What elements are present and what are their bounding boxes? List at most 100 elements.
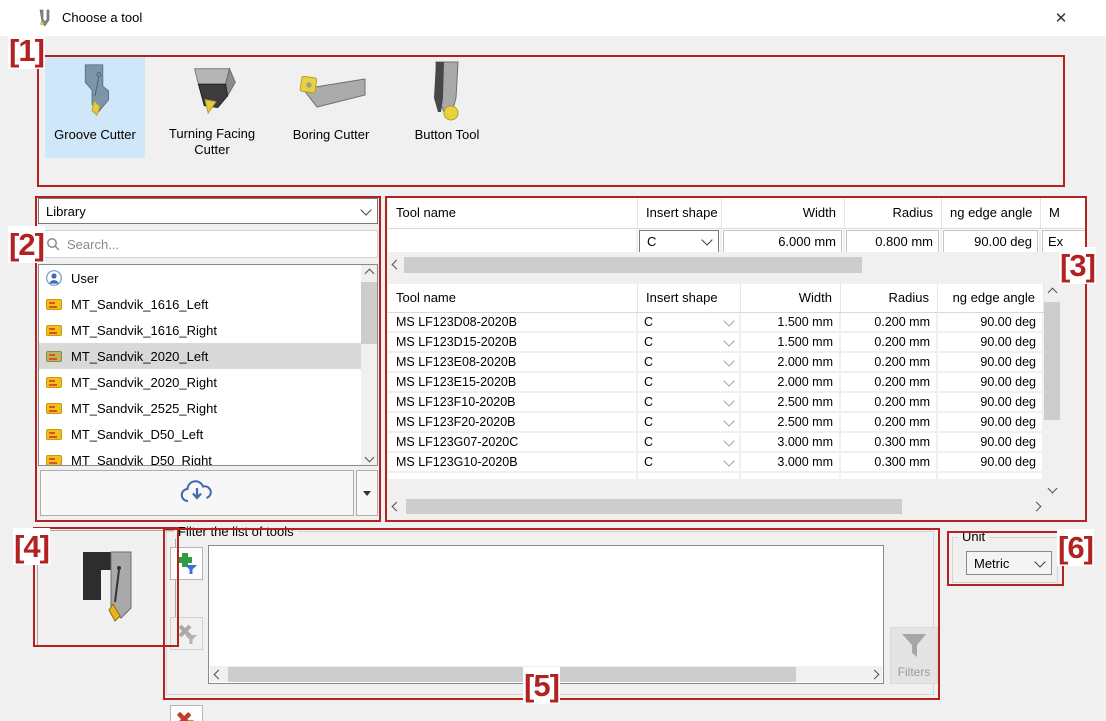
tool-type-boring-cutter[interactable]: Boring Cutter <box>272 57 390 158</box>
insert-shape-combobox[interactable]: C <box>638 393 741 413</box>
table-row[interactable]: MS LF123F20-2020B C 2.500 mm 0.200 mm 90… <box>388 413 1044 433</box>
list-item-user[interactable]: User <box>39 265 377 291</box>
tool-preview-image <box>71 542 143 634</box>
list-item-label: MT_Sandvik_2020_Left <box>71 349 208 364</box>
edge-angle-cell: 90.00 deg <box>938 333 1044 353</box>
table-row[interactable]: MS LF123D15-2020B C 1.500 mm 0.200 mm 90… <box>388 333 1044 353</box>
library-file-icon <box>46 429 62 440</box>
scroll-right-icon[interactable] <box>1071 256 1087 272</box>
edge-angle-field[interactable]: 90.00 deg <box>943 230 1038 253</box>
clear-filters-button[interactable] <box>170 705 203 721</box>
mount-field[interactable]: Ex <box>1042 230 1087 253</box>
scrollbar-thumb[interactable] <box>1044 302 1060 420</box>
list-item[interactable]: MT_Sandvik_D50_Right <box>39 447 377 466</box>
list-item[interactable]: MT_Sandvik_1616_Right <box>39 317 377 343</box>
table-row[interactable]: MS LF123E15-2020B C 2.000 mm 0.200 mm 90… <box>388 373 1044 393</box>
column-header-width[interactable]: Width <box>741 284 841 312</box>
tool-type-groove-cutter[interactable]: Groove Cutter <box>45 57 145 158</box>
scroll-up-icon[interactable] <box>1044 284 1060 300</box>
download-library-button[interactable] <box>40 470 354 516</box>
library-list-scrollbar[interactable] <box>361 265 377 465</box>
column-header-edge-angle[interactable]: ng edge angle <box>942 198 1041 228</box>
search-icon <box>46 237 60 251</box>
list-item[interactable]: MT_Sandvik_D50_Left <box>39 421 377 447</box>
list-item-label: MT_Sandvik_D50_Left <box>71 427 203 442</box>
tool-name-cell: MS LF123F20-2020B <box>388 413 638 433</box>
table-row[interactable]: MS LF123D08-2020B C 1.500 mm 0.200 mm 90… <box>388 313 1044 333</box>
radius-cell: 0.200 mm <box>841 333 938 353</box>
scrollbar-thumb[interactable] <box>404 257 862 273</box>
insert-shape-combobox[interactable]: C <box>638 413 741 433</box>
insert-shape-combobox[interactable]: C <box>638 373 741 393</box>
search-input[interactable]: Search... <box>38 230 378 258</box>
tool-type-turning-facing-cutter[interactable]: Turning Facing Cutter <box>152 57 272 158</box>
width-cell: 1.500 mm <box>741 333 841 353</box>
scroll-right-icon[interactable] <box>1028 498 1044 514</box>
filter-list[interactable] <box>208 545 884 684</box>
scrollbar-thumb[interactable] <box>406 499 902 514</box>
column-header-width[interactable]: Width <box>722 198 845 228</box>
list-item[interactable]: MT_Sandvik_1616_Left <box>39 291 377 317</box>
scroll-down-icon[interactable] <box>1044 480 1060 496</box>
current-tool-name-cell[interactable] <box>388 229 638 254</box>
remove-filter-button[interactable] <box>170 617 203 650</box>
download-options-button[interactable] <box>356 470 378 516</box>
boring-cutter-icon <box>293 57 369 127</box>
width-cell: 2.000 mm <box>741 353 841 373</box>
tool-list-vscrollbar[interactable] <box>1044 284 1060 496</box>
table-row[interactable]: MS LF123G10-2020B C 3.000 mm 0.300 mm 90… <box>388 453 1044 473</box>
scrollbar-thumb[interactable] <box>361 282 377 344</box>
insert-shape-combobox[interactable]: C <box>638 353 741 373</box>
column-header-radius[interactable]: Radius <box>841 284 938 312</box>
list-item-label: MT_Sandvik_2525_Right <box>71 401 217 416</box>
library-select[interactable]: Library <box>38 198 378 224</box>
column-header-radius[interactable]: Radius <box>845 198 942 228</box>
insert-shape-combobox[interactable]: C <box>638 433 741 453</box>
scrollbar-thumb[interactable] <box>228 667 796 682</box>
column-header-tool-name[interactable]: Tool name <box>388 284 638 312</box>
width-field[interactable]: 6.000 mm <box>723 230 842 253</box>
column-header-insert-shape[interactable]: Insert shape <box>638 198 722 228</box>
edge-angle-cell: 90.00 deg <box>938 413 1044 433</box>
table-row[interactable]: MS LF123G07-2020C C 3.000 mm 0.300 mm 90… <box>388 433 1044 453</box>
column-header-edge-angle[interactable]: ng edge angle <box>938 284 1044 312</box>
column-header-tool-name[interactable]: Tool name <box>388 198 638 228</box>
close-icon[interactable]: ✕ <box>1044 4 1078 32</box>
table-row[interactable]: MS LF123F10-2020B C 2.500 mm 0.200 mm 90… <box>388 393 1044 413</box>
current-tool-hscrollbar[interactable] <box>388 256 1087 273</box>
list-item[interactable]: MT_Sandvik_2020_Right <box>39 369 377 395</box>
scroll-up-icon[interactable] <box>361 265 377 281</box>
scroll-right-icon[interactable] <box>866 666 882 682</box>
table-row[interactable]: MS LF123E08-2020B C 2.000 mm 0.200 mm 90… <box>388 353 1044 373</box>
column-header-insert-shape[interactable]: Insert shape <box>638 284 741 312</box>
insert-shape-combobox[interactable]: C <box>638 313 741 333</box>
scroll-left-icon[interactable] <box>388 257 404 273</box>
filters-button[interactable]: Filters <box>890 627 938 684</box>
scroll-down-icon[interactable] <box>361 449 377 465</box>
chevron-down-icon <box>723 315 734 326</box>
scroll-left-icon[interactable] <box>210 666 226 682</box>
annotation-label-1: [1] <box>8 32 45 69</box>
unit-select[interactable]: Metric <box>966 551 1052 575</box>
tool-type-button-tool[interactable]: Button Tool <box>392 57 502 158</box>
radius-field[interactable]: 0.800 mm <box>846 230 939 253</box>
tool-list-hscrollbar[interactable] <box>388 498 1044 514</box>
library-list: User MT_Sandvik_1616_Left MT_Sandvik_161… <box>38 264 378 466</box>
library-file-icon <box>46 351 62 362</box>
insert-shape-combobox[interactable]: C <box>638 333 741 353</box>
column-header-mount[interactable]: M <box>1041 198 1087 228</box>
filter-list-hscrollbar[interactable] <box>210 666 882 682</box>
library-select-value: Library <box>46 204 86 219</box>
dropdown-arrow-icon <box>363 491 371 496</box>
chevron-down-icon <box>723 355 734 366</box>
edge-angle-cell: 90.00 deg <box>938 373 1044 393</box>
cloud-download-icon <box>180 480 214 506</box>
list-item[interactable]: MT_Sandvik_2525_Right <box>39 395 377 421</box>
add-filter-button[interactable] <box>170 547 203 580</box>
list-item-selected[interactable]: MT_Sandvik_2020_Left <box>39 343 377 369</box>
insert-shape-combobox[interactable]: C <box>639 230 719 253</box>
insert-shape-combobox[interactable]: C <box>638 453 741 473</box>
search-placeholder: Search... <box>67 237 119 252</box>
scroll-left-icon[interactable] <box>388 498 404 514</box>
table-row-partial <box>388 473 1044 481</box>
